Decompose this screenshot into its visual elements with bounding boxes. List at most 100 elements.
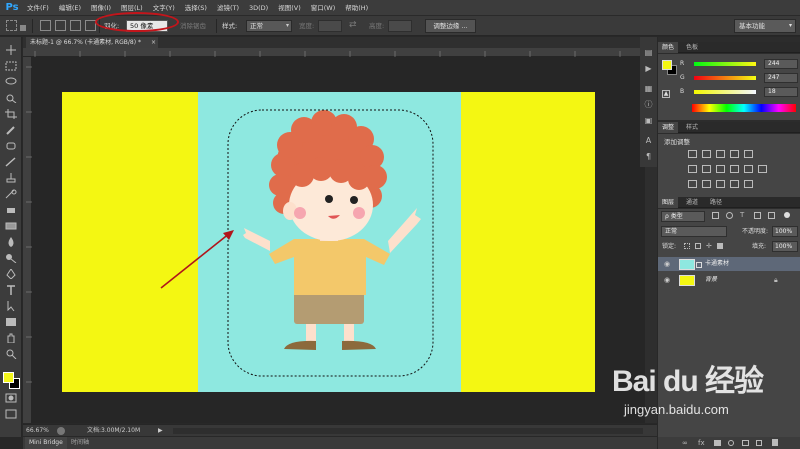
color-foreground-swatch[interactable] <box>662 60 672 70</box>
layer-name[interactable]: 背景 <box>705 273 717 287</box>
menu-window[interactable]: 窗口(W) <box>311 0 336 16</box>
color-lookup-icon[interactable] <box>758 165 767 173</box>
slider-blue-track[interactable] <box>694 90 756 94</box>
history-brush-tool-icon[interactable] <box>5 189 17 199</box>
vibrance-icon[interactable] <box>744 150 753 158</box>
filter-pixel-icon[interactable] <box>712 212 719 219</box>
close-icon[interactable]: × <box>151 37 156 48</box>
new-group-icon[interactable] <box>742 440 749 446</box>
blend-mode-select[interactable]: 正常 <box>661 226 727 237</box>
history-icon[interactable]: ▤ <box>643 47 654 58</box>
tab-styles[interactable]: 样式 <box>682 122 702 133</box>
layer-name[interactable]: 卡通素材 <box>705 257 729 271</box>
red-value-input[interactable]: 244 <box>764 59 798 69</box>
quick-mask-icon[interactable] <box>5 393 17 403</box>
tab-paths[interactable]: 路径 <box>706 197 726 208</box>
zoom-tool-icon[interactable] <box>5 349 17 359</box>
blue-value-input[interactable]: 18 <box>764 87 798 97</box>
channel-mixer-icon[interactable] <box>744 165 753 173</box>
lasso-tool-icon[interactable] <box>5 77 17 87</box>
filter-type-icon[interactable]: T <box>740 212 747 219</box>
slider-blue[interactable]: B 18 <box>680 87 798 97</box>
lock-transparent-icon[interactable] <box>684 243 690 249</box>
workspace-select[interactable]: 基本功能 <box>734 19 796 33</box>
horizontal-scrollbar[interactable] <box>173 428 643 434</box>
paragraph-panel-icon[interactable]: ¶ <box>643 151 654 162</box>
layer-filter-select[interactable]: ρ 类型 <box>661 211 705 222</box>
new-layer-icon[interactable] <box>756 440 762 446</box>
eyedropper-tool-icon[interactable] <box>5 125 17 135</box>
color-spectrum-bar[interactable] <box>692 104 796 112</box>
foreground-color-swatch[interactable] <box>3 372 14 383</box>
eraser-tool-icon[interactable] <box>5 205 17 215</box>
marquee-tool-icon[interactable] <box>6 20 17 31</box>
character-panel-icon[interactable]: A <box>643 135 654 146</box>
menu-file[interactable]: 文件(F) <box>27 0 49 16</box>
new-selection-icon[interactable] <box>40 20 51 31</box>
quick-select-tool-icon[interactable] <box>5 93 17 103</box>
info-icon[interactable] <box>57 427 65 435</box>
menu-3d[interactable]: 3D(D) <box>249 0 268 16</box>
properties-icon[interactable]: ▦ <box>643 83 654 94</box>
slider-green[interactable]: G 247 <box>680 73 798 83</box>
preset-dropdown-icon[interactable] <box>20 25 26 31</box>
filter-toggle-icon[interactable] <box>784 212 790 218</box>
gradient-tool-icon[interactable] <box>5 221 17 231</box>
black-white-icon[interactable] <box>716 165 725 173</box>
threshold-icon[interactable] <box>716 180 725 188</box>
lock-position-icon[interactable]: ✛ <box>706 243 712 250</box>
layer-row-cartoon[interactable]: ◉ 卡通素材 <box>658 257 800 271</box>
hand-tool-icon[interactable] <box>5 333 17 343</box>
tab-layers[interactable]: 图层 <box>658 197 679 208</box>
tab-adjustments[interactable]: 调整 <box>658 122 679 133</box>
lock-all-icon[interactable] <box>717 243 723 249</box>
opacity-input[interactable]: 100% <box>772 226 798 237</box>
crop-tool-icon[interactable] <box>5 109 17 119</box>
type-tool-icon[interactable] <box>5 285 17 295</box>
visibility-eye-icon[interactable]: ◉ <box>664 260 672 268</box>
tab-color[interactable]: 颜色 <box>658 42 679 53</box>
gradient-map-icon[interactable] <box>744 180 753 188</box>
slider-red[interactable]: R 244 <box>680 59 798 69</box>
healing-brush-tool-icon[interactable] <box>5 141 17 151</box>
actions-icon[interactable]: ▶ <box>643 63 654 74</box>
menu-view[interactable]: 视图(V) <box>278 0 301 16</box>
style-select[interactable]: 正常 <box>246 20 292 32</box>
refine-edge-button[interactable]: 调整边缘 ... <box>425 19 476 33</box>
screen-mode-icon[interactable] <box>5 409 17 419</box>
document-tab[interactable]: 未标题-1 @ 66.7% (卡通素材, RGB/8) * × <box>26 37 158 48</box>
lock-pixels-icon[interactable] <box>695 243 701 249</box>
rect-marquee-tool-icon[interactable] <box>5 61 17 71</box>
filter-smart-object-icon[interactable] <box>768 212 775 219</box>
slider-red-track[interactable] <box>694 62 756 66</box>
layer-style-icon[interactable]: fx <box>698 439 705 447</box>
filter-shape-icon[interactable] <box>754 212 761 219</box>
info-panel-icon[interactable]: ⓘ <box>643 99 654 110</box>
brightness-icon[interactable] <box>688 150 697 158</box>
slider-green-track[interactable] <box>694 76 756 80</box>
levels-icon[interactable] <box>702 150 711 158</box>
shape-tool-icon[interactable] <box>5 317 17 327</box>
canvas-area[interactable] <box>32 57 657 423</box>
menu-help[interactable]: 帮助(H) <box>345 0 368 16</box>
filter-adjustment-icon[interactable] <box>726 212 733 219</box>
move-tool-icon[interactable] <box>5 45 17 55</box>
invert-icon[interactable] <box>688 180 697 188</box>
link-layers-icon[interactable]: ∞ <box>682 439 688 447</box>
fill-input[interactable]: 100% <box>772 241 798 252</box>
clone-stamp-tool-icon[interactable] <box>5 173 17 183</box>
menu-edit[interactable]: 编辑(E) <box>59 0 81 16</box>
visibility-eye-icon[interactable]: ◉ <box>664 276 672 284</box>
exposure-icon[interactable] <box>730 150 739 158</box>
menu-filter[interactable]: 滤镜(T) <box>217 0 239 16</box>
swap-icon[interactable]: ⇄ <box>349 19 359 31</box>
posterize-icon[interactable] <box>702 180 711 188</box>
add-mask-icon[interactable] <box>714 440 721 446</box>
green-value-input[interactable]: 247 <box>764 73 798 83</box>
blur-tool-icon[interactable] <box>5 237 17 247</box>
hue-saturation-icon[interactable] <box>688 165 697 173</box>
pen-tool-icon[interactable] <box>5 269 17 279</box>
tab-channels[interactable]: 通道 <box>682 197 702 208</box>
layer-row-background[interactable]: ◉ 背景 🔒︎ <box>658 273 800 287</box>
tab-swatches[interactable]: 色板 <box>682 42 702 53</box>
